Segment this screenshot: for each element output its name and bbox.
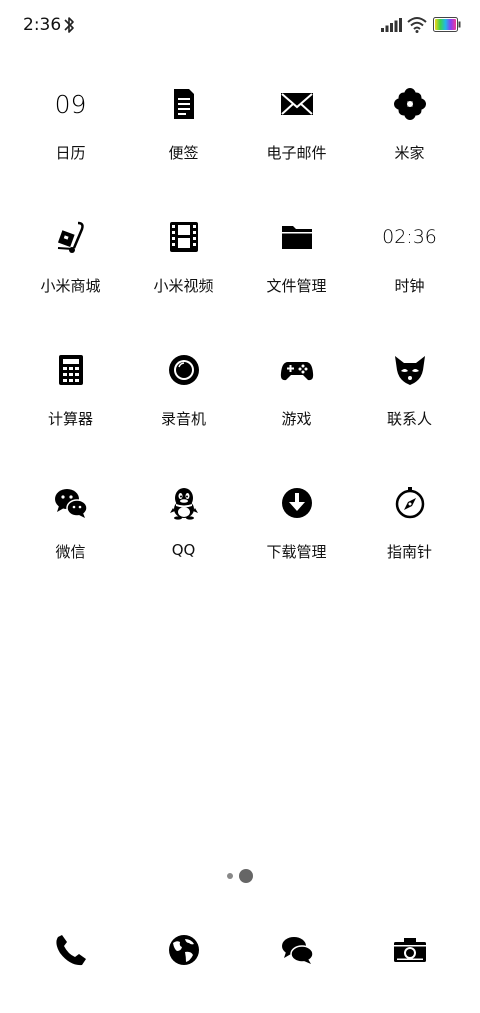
browser-icon-wrap — [127, 930, 240, 970]
app-label: 计算器 — [47, 410, 93, 428]
wechat-icon-wrap — [14, 483, 127, 523]
contacts-icon-wrap — [353, 350, 466, 390]
app-mall[interactable]: 小米商城 — [14, 203, 127, 336]
clock-icon: 02:36 — [353, 217, 466, 257]
app-clock[interactable]: 02:36 时钟 — [353, 203, 466, 336]
app-compass[interactable]: 指南针 — [353, 469, 466, 602]
page-dot-1[interactable] — [227, 873, 233, 879]
qq-icon-wrap — [127, 483, 240, 523]
app-mijia[interactable]: 米家 — [353, 70, 466, 203]
app-downloads[interactable]: 下载管理 — [240, 469, 353, 602]
qq-penguin-icon — [169, 488, 198, 520]
battery-icon — [433, 17, 461, 32]
wechat-icon — [54, 489, 88, 518]
app-games[interactable]: 游戏 — [240, 336, 353, 469]
mijia-flower-icon — [393, 88, 426, 120]
app-label: 微信 — [55, 543, 86, 561]
app-video[interactable]: 小米视频 — [127, 203, 240, 336]
app-calendar[interactable]: 09 日历 — [14, 70, 127, 203]
status-time: 2:36 — [23, 15, 62, 35]
mail-icon — [280, 93, 313, 115]
recorder-icon — [168, 355, 199, 385]
video-icon-wrap — [127, 217, 240, 257]
app-label: 录音机 — [160, 410, 206, 428]
app-notes[interactable]: 便签 — [127, 70, 240, 203]
dock-browser[interactable] — [127, 928, 240, 970]
files-icon-wrap — [240, 217, 353, 257]
mall-icon-wrap — [14, 217, 127, 257]
app-label: 下载管理 — [266, 543, 327, 561]
wifi-icon — [407, 17, 427, 33]
app-label: 电子邮件 — [266, 144, 327, 162]
page-indicator[interactable] — [0, 868, 480, 884]
games-icon-wrap — [240, 350, 353, 390]
browser-globe-icon — [168, 935, 199, 965]
mail-icon-wrap — [240, 84, 353, 124]
app-label: 米家 — [394, 144, 425, 162]
bluetooth-icon — [64, 17, 74, 33]
app-row: 小米商城 小米视频 文件管理 02:36 时钟 — [14, 203, 466, 336]
recorder-icon-wrap — [127, 350, 240, 390]
calculator-icon — [58, 355, 83, 385]
calendar-date: 09 — [54, 89, 87, 119]
app-label: 小米商城 — [40, 277, 101, 295]
downloads-icon-wrap — [240, 483, 353, 523]
page-dot-2-current[interactable] — [239, 869, 253, 883]
phone-icon-wrap — [14, 930, 127, 970]
app-calculator[interactable]: 计算器 — [14, 336, 127, 469]
app-files[interactable]: 文件管理 — [240, 203, 353, 336]
camera-icon — [393, 938, 426, 962]
dock-phone[interactable] — [14, 928, 127, 970]
app-grid: 09 日历 便签 电子邮件 米家 小米商城 小米视频 文件管理 02:36 时钟… — [14, 70, 466, 602]
mall-cart-icon — [57, 221, 84, 253]
app-row: 微信 QQ 下载管理 指南针 — [14, 469, 466, 602]
app-qq[interactable]: QQ — [127, 469, 240, 602]
app-label: QQ — [171, 541, 196, 559]
messages-icon — [281, 937, 314, 964]
calculator-icon-wrap — [14, 350, 127, 390]
app-label: 游戏 — [281, 410, 312, 428]
app-label: 日历 — [55, 144, 86, 162]
dock-camera[interactable] — [353, 928, 466, 970]
app-row: 计算器 录音机 游戏 联系人 — [14, 336, 466, 469]
notes-icon — [173, 89, 194, 119]
clock-time: 02:36 — [382, 226, 437, 248]
gamepad-icon — [280, 362, 313, 381]
app-row: 09 日历 便签 电子邮件 米家 — [14, 70, 466, 203]
folder-icon — [281, 226, 312, 249]
app-label: 联系人 — [386, 410, 432, 428]
app-label: 小米视频 — [153, 277, 214, 295]
calendar-icon: 09 — [14, 84, 127, 124]
app-recorder[interactable]: 录音机 — [127, 336, 240, 469]
status-bar: 2:36 — [0, 0, 480, 52]
contacts-fox-icon — [394, 356, 425, 385]
app-wechat[interactable]: 微信 — [14, 469, 127, 602]
app-label: 指南针 — [386, 543, 432, 561]
app-label: 便签 — [168, 144, 199, 162]
messages-icon-wrap — [240, 930, 353, 970]
signal-icon — [381, 18, 402, 32]
camera-icon-wrap — [353, 930, 466, 970]
film-icon — [169, 222, 198, 252]
download-icon — [281, 488, 312, 518]
phone-icon — [55, 935, 86, 966]
mijia-icon-wrap — [353, 84, 466, 124]
dock — [14, 928, 466, 970]
app-label: 文件管理 — [266, 277, 327, 295]
compass-icon-wrap — [353, 483, 466, 523]
app-email[interactable]: 电子邮件 — [240, 70, 353, 203]
app-label: 时钟 — [394, 277, 425, 295]
compass-icon — [395, 487, 424, 519]
notes-icon-wrap — [127, 84, 240, 124]
dock-messages[interactable] — [240, 928, 353, 970]
app-contacts[interactable]: 联系人 — [353, 336, 466, 469]
